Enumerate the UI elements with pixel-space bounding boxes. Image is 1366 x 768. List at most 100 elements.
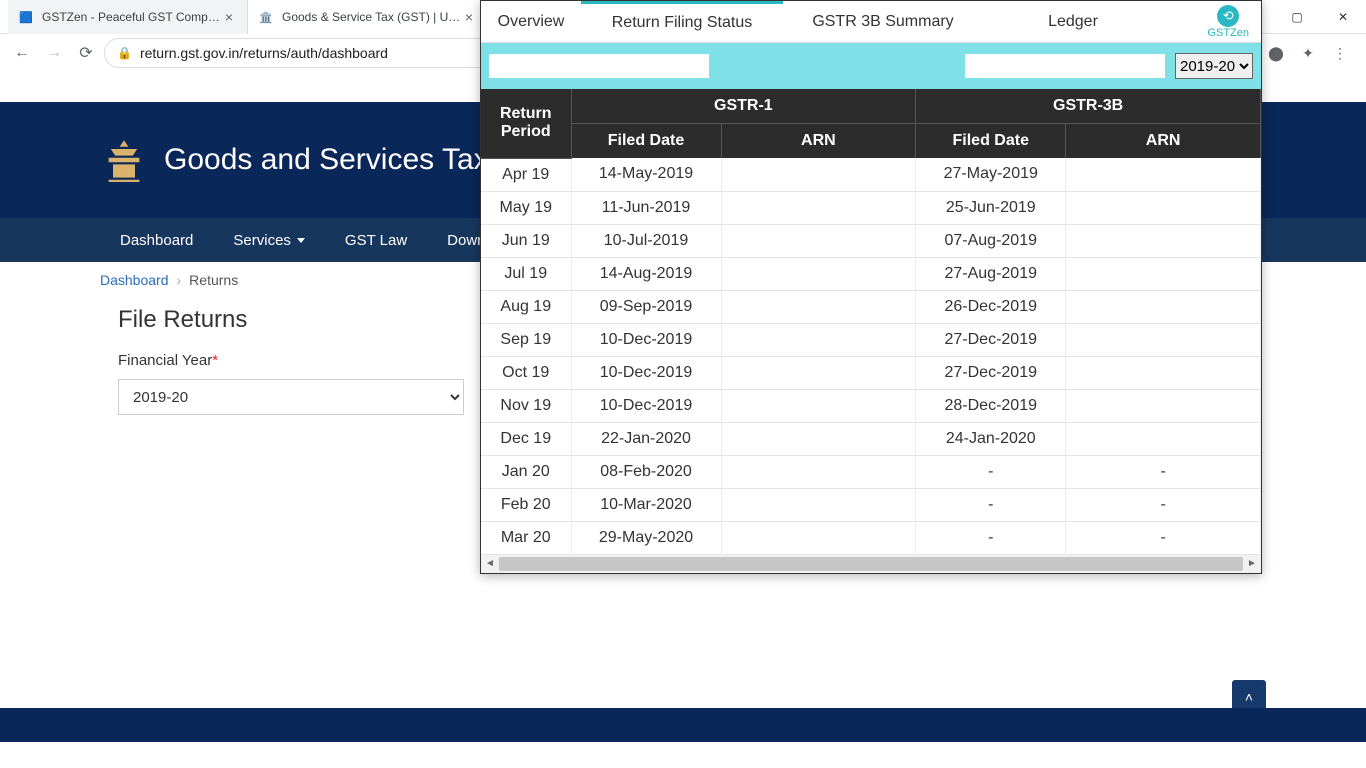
scroll-right-icon[interactable]: ►	[1243, 555, 1261, 573]
table-row: May 1911-Jun-201925-Jun-2019	[481, 191, 1261, 224]
cell-g1_filed: 10-Jul-2019	[571, 224, 721, 257]
table-row: Dec 1922-Jan-2020 24-Jan-2020	[481, 422, 1261, 455]
nav-dashboard[interactable]: Dashboard	[100, 218, 213, 262]
cell-g1_filed: 14-May-2019	[571, 158, 721, 191]
browser-tab-0[interactable]: 🟦 GSTZen - Peaceful GST Complian ×	[8, 0, 248, 34]
popup-search-input-left[interactable]	[489, 54, 709, 78]
table-wrap: Return Period GSTR-1 GSTR-3B Filed Date …	[481, 89, 1261, 573]
cell-g3b_arn	[1066, 356, 1261, 389]
cell-g1_arn	[721, 191, 916, 224]
cell-g3b_filed: 28-Dec-2019	[916, 389, 1066, 422]
year-select[interactable]: 2019-20	[1175, 53, 1253, 79]
extensions-menu-icon[interactable]: ✦	[1296, 41, 1320, 65]
cell-g3b_arn	[1066, 158, 1261, 191]
browser-tab-1[interactable]: 🏛️ Goods & Service Tax (GST) | User ×	[248, 0, 488, 34]
th-g3b-arn: ARN	[1066, 124, 1261, 159]
forward-button[interactable]: →	[40, 39, 68, 67]
breadcrumb-current: Returns	[189, 272, 238, 288]
cell-period: Nov 19	[481, 389, 571, 422]
chrome-menu-button[interactable]: ⋮	[1328, 41, 1352, 65]
cell-g3b_filed: 26-Dec-2019	[916, 290, 1066, 323]
cell-g1_filed: 08-Feb-2020	[571, 455, 721, 488]
nav-services[interactable]: Services	[213, 218, 325, 262]
th-gstr3b: GSTR-3B	[916, 89, 1261, 124]
cell-g3b_filed: 24-Jan-2020	[916, 422, 1066, 455]
cell-g3b_arn	[1066, 290, 1261, 323]
table-row: Oct 1910-Dec-2019 27-Dec-2019	[481, 356, 1261, 389]
cell-g3b_arn	[1066, 389, 1261, 422]
cell-g1_filed: 09-Sep-2019	[571, 290, 721, 323]
cell-g3b_filed: 27-Dec-2019	[916, 356, 1066, 389]
tab-ledger[interactable]: Ledger	[983, 1, 1163, 42]
table-row: Jun 1910-Jul-2019 07-Aug-2019	[481, 224, 1261, 257]
cell-g3b_filed: 27-May-2019	[916, 158, 1066, 191]
cell-period: Jul 19	[481, 257, 571, 290]
favicon-icon: 🏛️	[258, 9, 274, 25]
popup-brand: ⟲ GSTZen	[1163, 1, 1261, 42]
close-icon[interactable]: ×	[461, 9, 477, 25]
cell-g1_arn	[721, 389, 916, 422]
cell-period: Sep 19	[481, 323, 571, 356]
cell-g1_arn	[721, 224, 916, 257]
page-footer	[0, 708, 1366, 742]
tab-gstr3b-summary[interactable]: GSTR 3B Summary	[783, 1, 983, 42]
nav-gst-law[interactable]: GST Law	[325, 218, 427, 262]
table-row: Sep 1910-Dec-201927-Dec-2019	[481, 323, 1261, 356]
cell-period: Dec 19	[481, 422, 571, 455]
th-return-period: Return Period	[481, 89, 571, 158]
table-row: Aug 1909-Sep-2019 26-Dec-2019	[481, 290, 1261, 323]
cell-g3b_filed: -	[916, 455, 1066, 488]
gstzen-extension-icon[interactable]: ⬤	[1264, 41, 1288, 65]
cell-g3b_arn	[1066, 191, 1261, 224]
cell-period: Feb 20	[481, 488, 571, 521]
cell-g3b_arn	[1066, 257, 1261, 290]
scroll-thumb[interactable]	[499, 557, 1243, 571]
favicon-icon: 🟦	[18, 9, 34, 25]
tab-title: Goods & Service Tax (GST) | User	[282, 10, 461, 24]
popup-search-input-right[interactable]	[965, 54, 1165, 78]
cell-g1_arn	[721, 488, 916, 521]
tab-overview[interactable]: Overview	[481, 1, 581, 42]
cell-period: Jun 19	[481, 224, 571, 257]
cell-g3b_arn	[1066, 422, 1261, 455]
th-g3b-filed: Filed Date	[916, 124, 1066, 159]
cell-g1_arn	[721, 455, 916, 488]
popup-toolbar: 2019-20	[481, 43, 1261, 89]
cell-g3b_arn: -	[1066, 521, 1261, 554]
cell-g3b_filed: -	[916, 521, 1066, 554]
scroll-left-icon[interactable]: ◄	[481, 555, 499, 573]
cell-g1_filed: 29-May-2020	[571, 521, 721, 554]
cell-g1_filed: 22-Jan-2020	[571, 422, 721, 455]
cell-g3b_arn: -	[1066, 455, 1261, 488]
back-button[interactable]: ←	[8, 39, 36, 67]
reload-button[interactable]: ⟳	[72, 39, 100, 67]
emblem-icon	[100, 136, 148, 184]
cell-g1_filed: 10-Dec-2019	[571, 389, 721, 422]
financial-year-select[interactable]: 2019-20	[118, 379, 464, 415]
site-title: Goods and Services Tax	[164, 143, 489, 177]
cell-period: Oct 19	[481, 356, 571, 389]
cell-g1_filed: 10-Dec-2019	[571, 356, 721, 389]
maximize-button[interactable]: ▢	[1274, 0, 1320, 34]
cell-g1_arn	[721, 257, 916, 290]
breadcrumb-link[interactable]: Dashboard	[100, 272, 169, 288]
cell-g1_arn	[721, 521, 916, 554]
cell-g1_arn	[721, 290, 916, 323]
th-g1-arn: ARN	[721, 124, 916, 159]
cell-g3b_arn: -	[1066, 488, 1261, 521]
close-window-button[interactable]: ✕	[1320, 0, 1366, 34]
cell-g1_filed: 11-Jun-2019	[571, 191, 721, 224]
cell-g3b_filed: 07-Aug-2019	[916, 224, 1066, 257]
tab-return-filing-status[interactable]: Return Filing Status	[581, 1, 783, 42]
cell-g3b_arn	[1066, 224, 1261, 257]
cell-g1_arn	[721, 158, 916, 191]
th-gstr1: GSTR-1	[571, 89, 916, 124]
popup-tabs: Overview Return Filing Status GSTR 3B Su…	[481, 1, 1261, 43]
table-row: Jan 2008-Feb-2020--	[481, 455, 1261, 488]
horizontal-scrollbar[interactable]: ◄ ►	[481, 555, 1261, 573]
close-icon[interactable]: ×	[221, 9, 237, 25]
cell-period: Aug 19	[481, 290, 571, 323]
cell-g1_filed: 14-Aug-2019	[571, 257, 721, 290]
table-row: Jul 1914-Aug-201927-Aug-2019	[481, 257, 1261, 290]
cell-period: Apr 19	[481, 158, 571, 191]
